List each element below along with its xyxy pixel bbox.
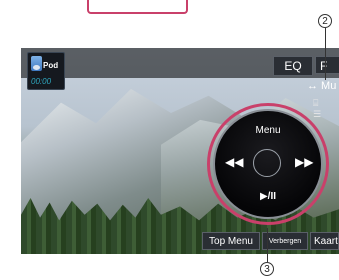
callout-line-3: [267, 228, 268, 262]
menu-button[interactable]: Menu: [215, 125, 321, 136]
next-track-button[interactable]: ▶▶: [295, 155, 313, 169]
top-highlight-tab: [87, 0, 188, 14]
elapsed-time: 00:00: [31, 77, 52, 86]
hide-button[interactable]: Verbergen: [262, 232, 308, 250]
callout-line-2: [325, 28, 326, 80]
ipod-icon: [31, 56, 42, 71]
eq-button[interactable]: EQ: [273, 56, 313, 76]
play-pause-button[interactable]: ▶/II: [215, 191, 321, 202]
control-disc: Menu ◀◀ ▶▶ ▶/II: [213, 109, 323, 219]
top-menu-button[interactable]: Top Menu: [202, 232, 260, 250]
menu-toggle-item[interactable]: ↔ Mu: [307, 80, 336, 92]
function-button[interactable]: F: [315, 56, 339, 74]
center-select-button[interactable]: [253, 149, 281, 177]
source-badge[interactable]: Pod 00:00: [27, 52, 65, 90]
side-icons: ⌸ ☰: [313, 98, 328, 119]
map-button[interactable]: Kaart: [310, 232, 339, 250]
callout-3: 3: [260, 262, 274, 276]
prev-track-button[interactable]: ◀◀: [225, 155, 243, 169]
callout-2: 2: [318, 14, 332, 28]
source-label: Pod: [43, 61, 59, 70]
